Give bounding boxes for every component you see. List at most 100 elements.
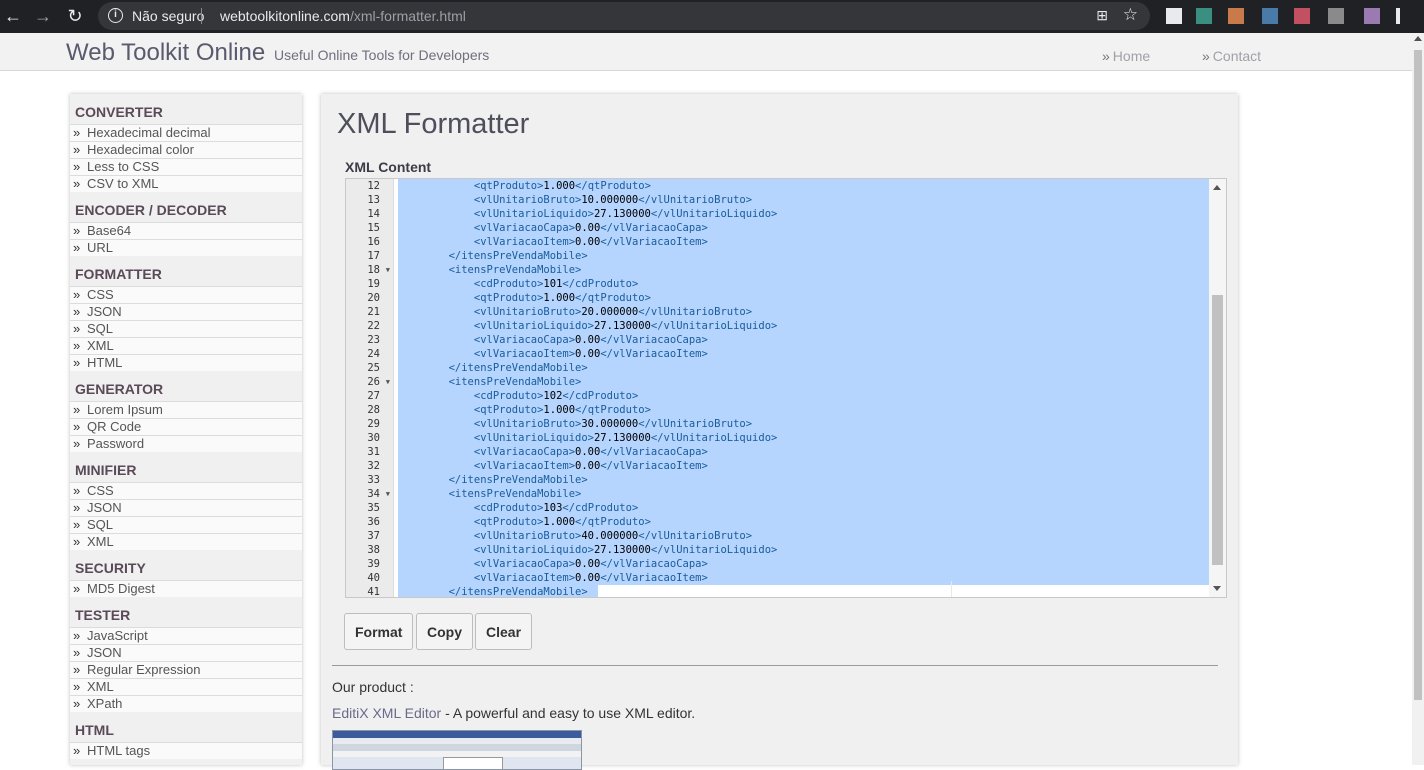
- reload-icon[interactable]: ↻: [64, 5, 86, 27]
- sidebar-item[interactable]: » URL: [70, 239, 302, 256]
- code-line[interactable]: </itensPreVendaMobile>: [398, 473, 1210, 487]
- extension-icon[interactable]: [1328, 8, 1344, 24]
- extension-icon[interactable]: [1166, 8, 1182, 24]
- code-line[interactable]: <vlUnitarioLiquido>27.130000</vlUnitario…: [398, 207, 1210, 221]
- sidebar-item[interactable]: » Lorem Ipsum: [70, 401, 302, 418]
- code-line[interactable]: <vlUnitarioBruto>30.000000</vlUnitarioBr…: [398, 417, 1210, 431]
- url-text[interactable]: webtoolkitonline.com/xml-formatter.html: [220, 8, 466, 24]
- fold-arrow-icon[interactable]: ▼: [386, 263, 390, 277]
- line-number-text: 14: [367, 208, 380, 220]
- nav-contact-link[interactable]: » Contact: [1202, 48, 1261, 64]
- sidebar-item[interactable]: » Password: [70, 435, 302, 452]
- bookmark-star-icon[interactable]: ☆: [1123, 5, 1138, 25]
- scroll-up-arrow-icon[interactable]: [1414, 36, 1422, 41]
- editor-scrollbar[interactable]: [1209, 179, 1226, 597]
- nav-home-link[interactable]: » Home: [1102, 48, 1150, 64]
- editix-link[interactable]: EditiX XML Editor: [332, 705, 441, 721]
- code-line[interactable]: <vlVariacaoCapa>0.00</vlVariacaoCapa>: [398, 333, 1210, 347]
- page-scrollbar[interactable]: [1412, 33, 1424, 765]
- sidebar-item-label: JSON: [87, 645, 122, 660]
- profile-avatar[interactable]: [1364, 8, 1380, 24]
- code-line[interactable]: </itensPreVendaMobile>: [398, 361, 1210, 375]
- code-line[interactable]: <qtProduto>1.000</qtProduto>: [398, 291, 1210, 305]
- sidebar-item[interactable]: » CSS: [70, 286, 302, 303]
- sidebar-item[interactable]: » Base64: [70, 222, 302, 239]
- code-line[interactable]: <qtProduto>1.000</qtProduto>: [398, 515, 1210, 529]
- code-line[interactable]: <vlUnitarioLiquido>27.130000</vlUnitario…: [398, 319, 1210, 333]
- code-line[interactable]: <vlUnitarioBruto>10.000000</vlUnitarioBr…: [398, 193, 1210, 207]
- scroll-up-arrow-icon[interactable]: [1213, 185, 1221, 190]
- xml-editor[interactable]: 12 13 14 15 16 17 18 ▼ 19 20 21 22 23 24 25 26 ▼ 27 28 29 30…: [345, 178, 1227, 598]
- code-line[interactable]: <qtProduto>1.000</qtProduto>: [398, 403, 1210, 417]
- sidebar-item[interactable]: » XML: [70, 533, 302, 550]
- code-line[interactable]: <vlUnitarioLiquido>27.130000</vlUnitario…: [398, 431, 1210, 445]
- extension-icon[interactable]: [1196, 8, 1212, 24]
- sidebar-item[interactable]: » XPath: [70, 695, 302, 712]
- clear-button[interactable]: Clear: [475, 613, 533, 650]
- format-button[interactable]: Format: [344, 613, 414, 650]
- back-arrow-icon[interactable]: ←: [2, 5, 24, 27]
- sidebar-item[interactable]: » Hexadecimal color: [70, 141, 302, 158]
- code-line[interactable]: <itensPreVendaMobile>: [398, 263, 1210, 277]
- url-host: webtoolkitonline.com: [220, 8, 350, 24]
- code-line[interactable]: <qtProduto>1.000</qtProduto>: [398, 179, 1210, 193]
- sidebar-item[interactable]: » Regular Expression: [70, 661, 302, 678]
- sidebar-item[interactable]: » QR Code: [70, 418, 302, 435]
- sidebar-item[interactable]: » HTML: [70, 354, 302, 371]
- fold-arrow-icon[interactable]: ▼: [386, 487, 390, 501]
- extension-icon[interactable]: [1228, 8, 1244, 24]
- code-line[interactable]: <vlVariacaoItem>0.00</vlVariacaoItem>: [398, 571, 1210, 585]
- code-line[interactable]: <itensPreVendaMobile>: [398, 487, 1210, 501]
- code-line[interactable]: <itensPreVendaMobile>: [398, 375, 1210, 389]
- code-line[interactable]: <vlUnitarioBruto>20.000000</vlUnitarioBr…: [398, 305, 1210, 319]
- address-bar[interactable]: i Não seguro webtoolkitonline.com/xml-fo…: [98, 2, 1150, 30]
- our-product-label: Our product :: [332, 679, 414, 695]
- line-number-text: 21: [367, 306, 380, 318]
- sidebar-item[interactable]: » SQL: [70, 516, 302, 533]
- scroll-down-arrow-icon[interactable]: [1213, 586, 1221, 591]
- raquo-icon: »: [73, 176, 81, 191]
- page-scrollbar-thumb[interactable]: [1414, 50, 1422, 700]
- sidebar-heading: GENERATOR: [75, 381, 164, 397]
- sidebar-item[interactable]: » CSV to XML: [70, 175, 302, 192]
- sidebar-item[interactable]: » SQL: [70, 320, 302, 337]
- sidebar-item[interactable]: » JavaScript: [70, 627, 302, 644]
- translate-icon[interactable]: ⊞: [1096, 7, 1108, 24]
- sidebar-item[interactable]: » XML: [70, 337, 302, 354]
- fold-arrow-icon[interactable]: ▼: [386, 375, 390, 389]
- extension-icon[interactable]: [1294, 8, 1310, 24]
- code-line[interactable]: <vlVariacaoItem>0.00</vlVariacaoItem>: [398, 459, 1210, 473]
- code-line[interactable]: <cdProduto>102</cdProduto>: [398, 389, 1210, 403]
- sidebar-item[interactable]: » CSS: [70, 482, 302, 499]
- menu-dots-icon[interactable]: [1396, 8, 1400, 24]
- code-line[interactable]: <vlUnitarioLiquido>27.130000</vlUnitario…: [398, 543, 1210, 557]
- raquo-icon: »: [73, 500, 81, 515]
- code-line[interactable]: <vlVariacaoCapa>0.00</vlVariacaoCapa>: [398, 221, 1210, 235]
- sidebar-item[interactable]: » Less to CSS: [70, 158, 302, 175]
- sidebar-item[interactable]: » HTML tags: [70, 742, 302, 759]
- editix-screenshot-image[interactable]: [332, 730, 582, 770]
- sidebar-item[interactable]: » MD5 Digest: [70, 580, 302, 597]
- code-line[interactable]: <vlVariacaoCapa>0.00</vlVariacaoCapa>: [398, 557, 1210, 571]
- code-line[interactable]: <vlUnitarioBruto>40.000000</vlUnitarioBr…: [398, 529, 1210, 543]
- sidebar-item[interactable]: » JSON: [70, 644, 302, 661]
- extension-icon[interactable]: [1262, 8, 1278, 24]
- code-area[interactable]: <qtProduto>1.000</qtProduto> <vlUnitario…: [398, 179, 1210, 597]
- code-line[interactable]: <vlVariacaoItem>0.00</vlVariacaoItem>: [398, 235, 1210, 249]
- site-title[interactable]: Web Toolkit Online: [66, 39, 265, 67]
- code-line[interactable]: </itensPreVendaMobile>: [398, 249, 1210, 263]
- sidebar-item[interactable]: » Hexadecimal decimal: [70, 124, 302, 141]
- code-line[interactable]: <cdProduto>103</cdProduto>: [398, 501, 1210, 515]
- forward-arrow-icon[interactable]: →: [32, 5, 54, 27]
- code-line[interactable]: <cdProduto>101</cdProduto>: [398, 277, 1210, 291]
- raquo-icon: »: [73, 743, 81, 758]
- code-line[interactable]: <vlVariacaoItem>0.00</vlVariacaoItem>: [398, 347, 1210, 361]
- copy-button[interactable]: Copy: [416, 613, 473, 650]
- sidebar-item[interactable]: » JSON: [70, 303, 302, 320]
- sidebar-item[interactable]: » XML: [70, 678, 302, 695]
- editor-scrollbar-thumb[interactable]: [1212, 295, 1223, 565]
- code-line[interactable]: <vlVariacaoCapa>0.00</vlVariacaoCapa>: [398, 445, 1210, 459]
- info-icon[interactable]: i: [108, 8, 123, 23]
- sidebar-item[interactable]: » JSON: [70, 499, 302, 516]
- code-line[interactable]: </itensPreVendaMobile>: [398, 585, 1210, 597]
